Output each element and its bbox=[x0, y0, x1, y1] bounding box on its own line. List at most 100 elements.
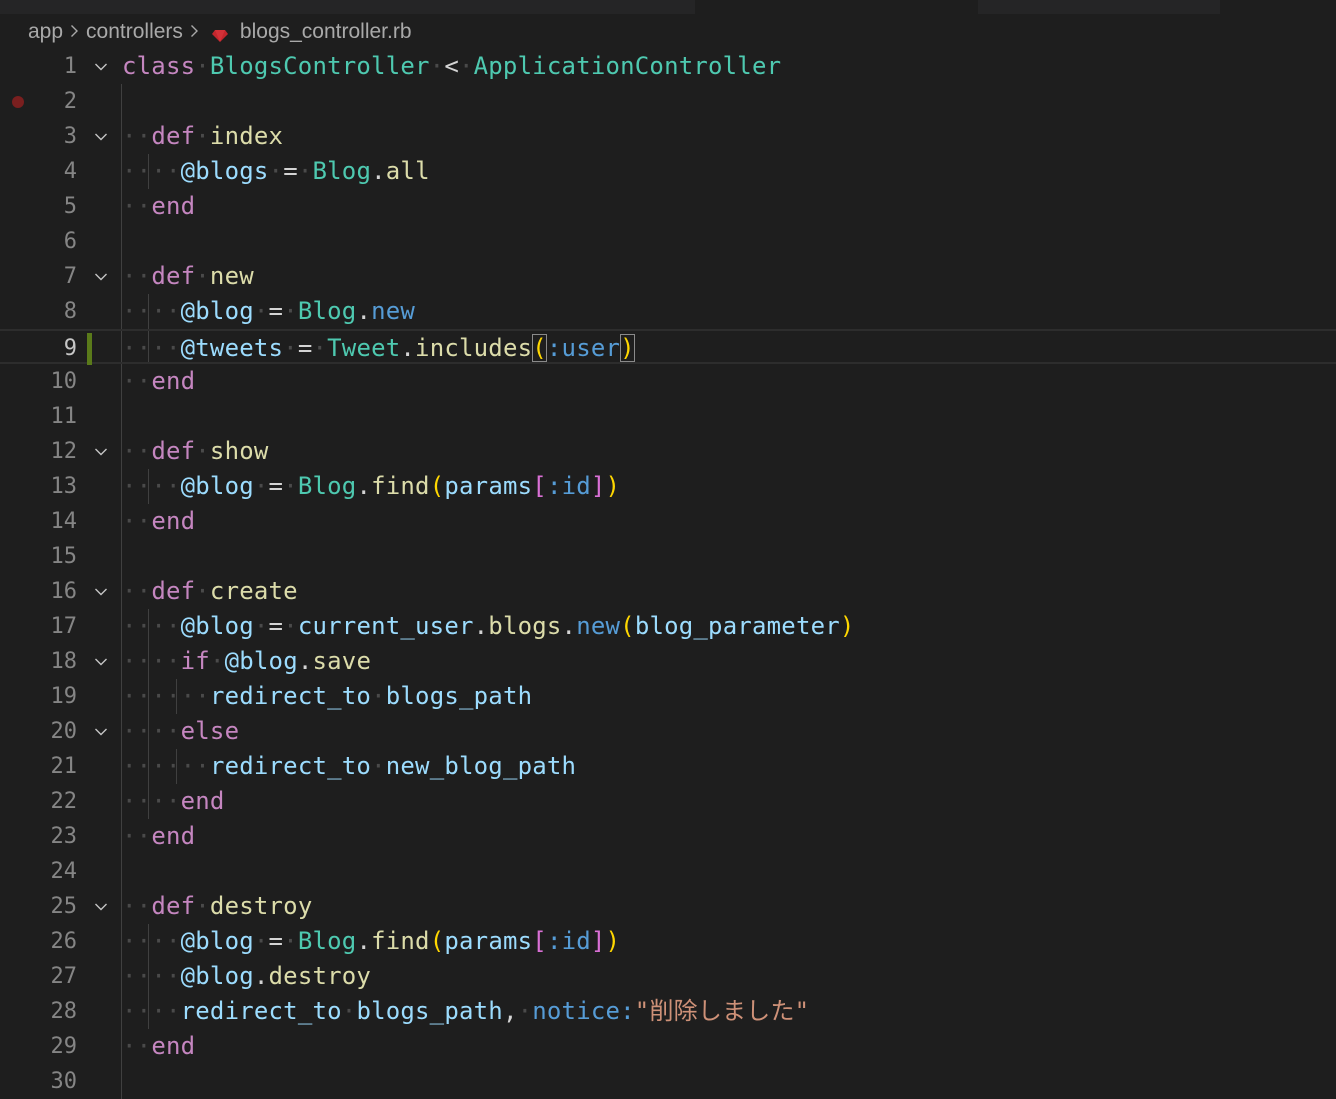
code-text[interactable]: ··def·create bbox=[122, 574, 298, 609]
code-line[interactable]: 30 bbox=[0, 1064, 1336, 1099]
code-line[interactable]: 3 ··def·index bbox=[0, 119, 1336, 154]
line-number: 2 bbox=[63, 89, 77, 114]
code-text[interactable]: ······redirect_to·blogs_path bbox=[122, 679, 532, 714]
code-line[interactable]: 9 ····@tweets·=·Tweet.includes(:user) bbox=[0, 329, 1336, 366]
code-line[interactable]: 26 ····@blog·=·Blog.find(params[:id]) bbox=[0, 924, 1336, 959]
line-number: 9 bbox=[63, 336, 77, 361]
code-line[interactable]: 22 ····end bbox=[0, 784, 1336, 819]
code-line[interactable]: 7 ··def·new bbox=[0, 259, 1336, 294]
line-number: 28 bbox=[50, 999, 78, 1024]
editor-tab-strip bbox=[0, 0, 1336, 14]
line-number: 22 bbox=[50, 789, 78, 814]
line-number: 6 bbox=[63, 229, 77, 254]
code-line[interactable]: 10 ··end bbox=[0, 364, 1336, 399]
code-line[interactable]: 25 ··def·destroy bbox=[0, 889, 1336, 924]
line-number: 29 bbox=[50, 1034, 78, 1059]
line-number: 4 bbox=[63, 159, 77, 184]
tab-strip-segment bbox=[978, 0, 1220, 14]
line-number: 11 bbox=[50, 404, 78, 429]
code-line[interactable]: 6 bbox=[0, 224, 1336, 259]
chevron-right-icon bbox=[70, 21, 79, 44]
code-line[interactable]: 8 ····@blog·=·Blog.new bbox=[0, 294, 1336, 329]
code-text[interactable]: ····if·@blog.save bbox=[122, 644, 371, 679]
line-number: 27 bbox=[50, 964, 78, 989]
chevron-down-icon[interactable] bbox=[93, 899, 109, 915]
line-number: 25 bbox=[50, 894, 78, 919]
breadcrumb: app controllers blogs_controller.rb bbox=[0, 14, 1336, 50]
code-text[interactable]: ····@blog.destroy bbox=[122, 959, 371, 994]
code-line[interactable]: 28 ····redirect_to·blogs_path,·notice:"削除… bbox=[0, 994, 1336, 1029]
code-line[interactable]: 19 ······redirect_to·blogs_path bbox=[0, 679, 1336, 714]
chevron-down-icon[interactable] bbox=[93, 724, 109, 740]
code-line[interactable]: 5 ··end bbox=[0, 189, 1336, 224]
breadcrumb-file[interactable]: blogs_controller.rb bbox=[240, 20, 412, 44]
code-line[interactable]: 20 ····else bbox=[0, 714, 1336, 749]
code-line[interactable]: 18 ····if·@blog.save bbox=[0, 644, 1336, 679]
line-number: 21 bbox=[50, 754, 78, 779]
chevron-down-icon[interactable] bbox=[93, 444, 109, 460]
code-line[interactable]: 12 ··def·show bbox=[0, 434, 1336, 469]
tab-strip-segment bbox=[0, 0, 695, 14]
chevron-down-icon[interactable] bbox=[93, 269, 109, 285]
line-number: 5 bbox=[63, 194, 77, 219]
code-line[interactable]: 13 ····@blog·=·Blog.find(params[:id]) bbox=[0, 469, 1336, 504]
code-text[interactable]: ··end bbox=[122, 504, 195, 539]
code-line[interactable]: 23 ··end bbox=[0, 819, 1336, 854]
line-number: 18 bbox=[50, 649, 78, 674]
code-text[interactable]: ··def·show bbox=[122, 434, 269, 469]
git-modified-indicator[interactable] bbox=[87, 333, 92, 365]
code-text[interactable]: ··end bbox=[122, 819, 195, 854]
ruby-icon bbox=[211, 25, 228, 42]
line-number: 20 bbox=[50, 719, 78, 744]
code-text[interactable]: ··end bbox=[122, 189, 195, 224]
code-text[interactable]: ····@blog·=·Blog.find(params[:id]) bbox=[122, 924, 620, 959]
line-number: 15 bbox=[50, 544, 78, 569]
code-text[interactable]: ····@blog·=·Blog.find(params[:id]) bbox=[122, 469, 620, 504]
line-number: 12 bbox=[50, 439, 78, 464]
line-number: 17 bbox=[50, 614, 78, 639]
chevron-right-icon bbox=[190, 21, 199, 44]
line-number: 8 bbox=[63, 299, 77, 324]
line-number: 24 bbox=[50, 859, 78, 884]
line-number: 19 bbox=[50, 684, 78, 709]
line-number: 13 bbox=[50, 474, 78, 499]
line-number: 3 bbox=[63, 124, 77, 149]
code-line[interactable]: 29 ··end bbox=[0, 1029, 1336, 1064]
code-line[interactable]: 11 bbox=[0, 399, 1336, 434]
code-line[interactable]: 21 ······redirect_to·new_blog_path bbox=[0, 749, 1336, 784]
code-text[interactable]: ··def·index bbox=[122, 119, 283, 154]
code-line[interactable]: 1 class·BlogsController·<·ApplicationCont… bbox=[0, 49, 1336, 84]
code-text[interactable]: ··def·destroy bbox=[122, 889, 312, 924]
chevron-down-icon[interactable] bbox=[93, 129, 109, 145]
code-line[interactable]: 2 bbox=[0, 84, 1336, 119]
code-line[interactable]: 17 ····@blog·=·current_user.blogs.new(blo… bbox=[0, 609, 1336, 644]
code-text[interactable]: ····redirect_to·blogs_path,·notice:"削除しま… bbox=[122, 994, 809, 1029]
line-number: 7 bbox=[63, 264, 77, 289]
code-text[interactable]: ····@tweets·=·Tweet.includes(:user) bbox=[122, 331, 635, 366]
code-line[interactable]: 27 ····@blog.destroy bbox=[0, 959, 1336, 994]
breadcrumb-folder-app[interactable]: app bbox=[28, 20, 63, 44]
chevron-down-icon[interactable] bbox=[93, 59, 109, 75]
line-number: 16 bbox=[50, 579, 78, 604]
code-text[interactable]: ····@blog·=·Blog.new bbox=[122, 294, 415, 329]
chevron-down-icon[interactable] bbox=[93, 584, 109, 600]
line-number: 10 bbox=[50, 369, 78, 394]
code-text[interactable]: ··def·new bbox=[122, 259, 254, 294]
chevron-down-icon[interactable] bbox=[93, 654, 109, 670]
code-line[interactable]: 24 bbox=[0, 854, 1336, 889]
code-text[interactable]: ····end bbox=[122, 784, 225, 819]
code-text[interactable]: ····else bbox=[122, 714, 239, 749]
line-number: 26 bbox=[50, 929, 78, 954]
code-text[interactable]: ··end bbox=[122, 364, 195, 399]
code-line[interactable]: 16 ··def·create bbox=[0, 574, 1336, 609]
code-text[interactable]: ····@blogs·=·Blog.all bbox=[122, 154, 430, 189]
code-line[interactable]: 14 ··end bbox=[0, 504, 1336, 539]
code-text[interactable]: ··end bbox=[122, 1029, 195, 1064]
code-line[interactable]: 4 ····@blogs·=·Blog.all bbox=[0, 154, 1336, 189]
line-number: 1 bbox=[63, 54, 77, 79]
code-text[interactable]: ······redirect_to·new_blog_path bbox=[122, 749, 576, 784]
code-text[interactable]: class·BlogsController·<·ApplicationContr… bbox=[122, 49, 781, 84]
breadcrumb-folder-controllers[interactable]: controllers bbox=[86, 20, 183, 44]
code-line[interactable]: 15 bbox=[0, 539, 1336, 574]
code-text[interactable]: ····@blog·=·current_user.blogs.new(blog_… bbox=[122, 609, 855, 644]
